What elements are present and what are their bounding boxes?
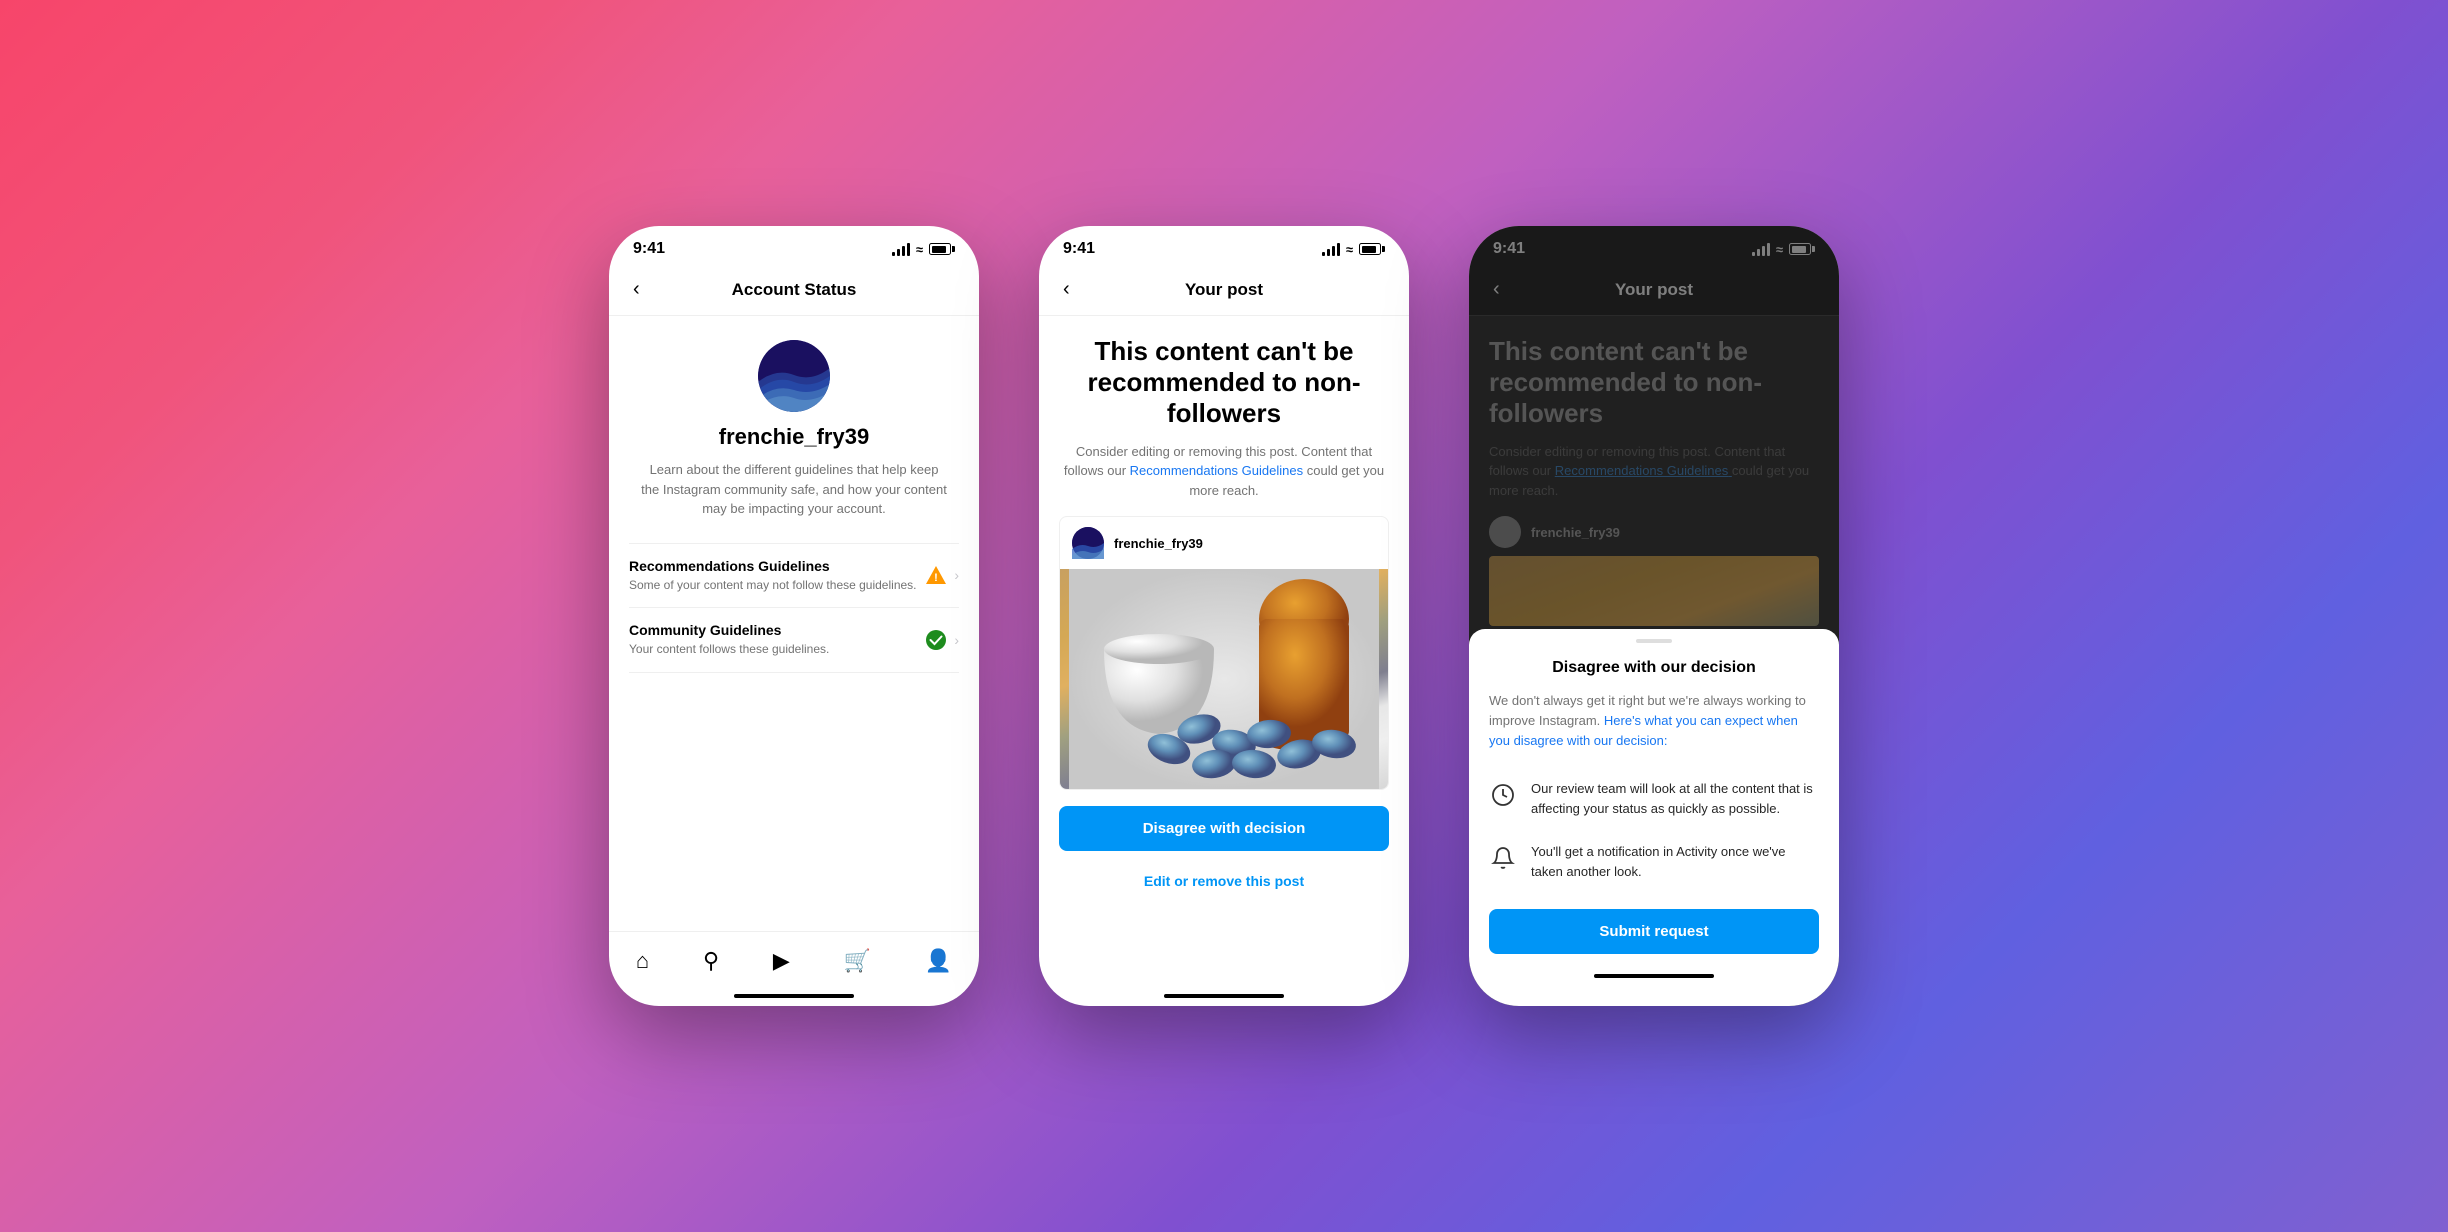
back-button-2[interactable]: ‹ (1055, 274, 1078, 305)
home-bar-3 (1594, 974, 1714, 978)
status-bar-1: 9:41 ≈ (609, 226, 979, 266)
community-guideline-subtitle: Your content follows these guidelines. (629, 641, 918, 658)
home-indicator-3 (1469, 966, 1839, 986)
community-guideline-item[interactable]: Community Guidelines Your content follow… (629, 608, 959, 673)
phone2-content: This content can't be recommended to non… (1039, 316, 1409, 1006)
sheet-item-review: Our review team will look at all the con… (1469, 771, 1839, 826)
post-avatar (1072, 527, 1104, 559)
phone-1: 9:41 ≈ ‹ Account Status (609, 226, 979, 1006)
disagree-button[interactable]: Disagree with decision (1059, 806, 1389, 851)
sheet-item-notification-text: You'll get a notification in Activity on… (1531, 842, 1819, 881)
status-icons-2: ≈ (1322, 242, 1385, 257)
profile-nav-icon[interactable]: 👤 (917, 944, 960, 978)
search-nav-icon[interactable]: ⚲ (695, 944, 727, 978)
page-title-1: Account Status (732, 280, 857, 300)
phone1-content: frenchie_fry39 Learn about the different… (609, 316, 979, 1006)
back-button-1[interactable]: ‹ (625, 274, 648, 305)
home-indicator-1 (609, 986, 979, 1006)
recommendations-guideline-title: Recommendations Guidelines (629, 558, 918, 574)
bottom-sheet: Disagree with our decision We don't alwa… (1469, 629, 1839, 1006)
wifi-icon: ≈ (916, 242, 923, 257)
recommendations-guideline-item[interactable]: Recommendations Guidelines Some of your … (629, 544, 959, 609)
svg-text:!: ! (934, 572, 938, 584)
bottom-nav-1: ⌂ ⚲ ▶ 🛒 👤 (609, 931, 979, 986)
check-circle-icon (925, 629, 947, 651)
phone-3: 9:41 ≈ ‹ Your post This co (1469, 226, 1839, 1006)
status-bar-2: 9:41 ≈ (1039, 226, 1409, 266)
bell-icon (1489, 844, 1517, 872)
home-nav-icon[interactable]: ⌂ (628, 944, 657, 978)
battery-icon (929, 243, 955, 255)
post-avatar-svg (1072, 527, 1104, 559)
bell-svg (1491, 846, 1515, 870)
sheet-item-notification: You'll get a notification in Activity on… (1469, 834, 1839, 889)
username-label: frenchie_fry39 (719, 424, 869, 450)
content-warning-desc: Consider editing or removing this post. … (1059, 442, 1389, 501)
your-post-content: This content can't be recommended to non… (1039, 316, 1409, 986)
chevron-right-icon-1: › (954, 567, 959, 583)
community-guideline-title: Community Guidelines (629, 622, 918, 638)
shop-nav-icon[interactable]: 🛒 (836, 944, 879, 978)
post-username: frenchie_fry39 (1114, 536, 1203, 551)
post-header: frenchie_fry39 (1060, 517, 1388, 569)
battery-icon-2 (1359, 243, 1385, 255)
signal-bars-icon-2 (1322, 242, 1340, 256)
status-icons-1: ≈ (892, 242, 955, 257)
sheet-description: We don't always get it right but we're a… (1469, 691, 1839, 751)
recommendations-guideline-subtitle: Some of your content may not follow thes… (629, 577, 918, 594)
content-warning-title: This content can't be recommended to non… (1059, 336, 1389, 430)
edit-remove-button[interactable]: Edit or remove this post (1059, 863, 1389, 899)
avatar (758, 340, 830, 412)
home-bar-1 (734, 994, 854, 998)
phone-2: 9:41 ≈ ‹ Your post This content can't be… (1039, 226, 1409, 1006)
recommendations-link[interactable]: Recommendations Guidelines (1130, 463, 1307, 478)
clock-svg (1491, 783, 1515, 807)
warning-icon: ! (924, 563, 948, 587)
time-1: 9:41 (633, 240, 665, 258)
signal-bars-icon (892, 242, 910, 256)
page-title-2: Your post (1185, 280, 1263, 300)
account-status-content: frenchie_fry39 Learn about the different… (609, 316, 979, 931)
home-indicator-2 (1039, 986, 1409, 1006)
checkmark-icon (924, 628, 948, 652)
wifi-icon-2: ≈ (1346, 242, 1353, 257)
community-guideline-text: Community Guidelines Your content follow… (629, 622, 918, 658)
home-bar-2 (1164, 994, 1284, 998)
recommendations-guideline-text: Recommendations Guidelines Some of your … (629, 558, 918, 594)
warning-triangle-icon: ! (925, 564, 947, 586)
avatar-svg (758, 340, 830, 412)
sheet-handle (1636, 639, 1672, 643)
nav-bar-1: ‹ Account Status (609, 266, 979, 316)
post-card: frenchie_fry39 (1059, 516, 1389, 790)
clock-icon (1489, 781, 1517, 809)
sheet-title: Disagree with our decision (1469, 659, 1839, 677)
sheet-item-review-text: Our review team will look at all the con… (1531, 779, 1819, 818)
nav-bar-2: ‹ Your post (1039, 266, 1409, 316)
time-2: 9:41 (1063, 240, 1095, 258)
account-description: Learn about the different guidelines tha… (629, 460, 959, 519)
post-image-svg (1060, 569, 1388, 789)
reels-nav-icon[interactable]: ▶ (765, 944, 798, 978)
post-image (1060, 569, 1388, 789)
chevron-right-icon-2: › (954, 632, 959, 648)
guidelines-section: Recommendations Guidelines Some of your … (629, 543, 959, 674)
submit-request-button[interactable]: Submit request (1489, 909, 1819, 954)
